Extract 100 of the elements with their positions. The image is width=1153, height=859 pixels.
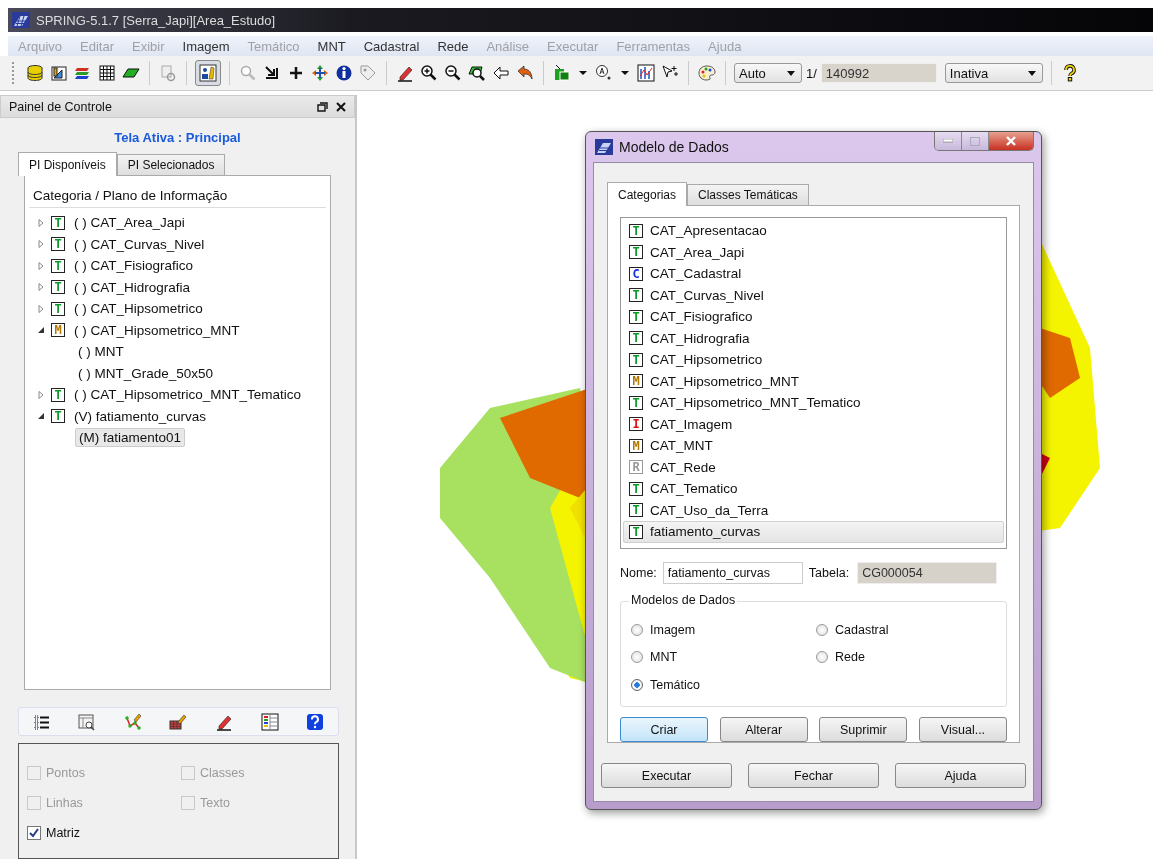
ruler-pencil-icon[interactable]	[49, 63, 69, 83]
expand-arrow-icon[interactable]	[37, 390, 45, 399]
action-button[interactable]: Visual...	[918, 717, 1007, 742]
expand-arrow-icon[interactable]	[37, 240, 45, 249]
maximize-button[interactable]	[962, 132, 989, 150]
person-map-icon[interactable]	[195, 60, 221, 86]
category-type-icon: T	[629, 245, 643, 260]
category-type-icon: T	[51, 237, 65, 252]
list-item[interactable]: T CAT_Curvas_Nivel	[623, 284, 1004, 306]
minimize-button[interactable]	[935, 132, 962, 150]
checkbox-label: Classes	[200, 766, 245, 780]
zoom-in-icon[interactable]	[419, 63, 439, 83]
category-name: CAT_Tematico	[650, 481, 738, 497]
radio-button[interactable]	[631, 623, 643, 636]
panel-title: Painel de Controle	[9, 99, 113, 114]
tree-item[interactable]: ( ) CAT_Hipsometrico_MNT	[71, 321, 243, 339]
list-item[interactable]: T fatiamento_curvas	[623, 521, 1004, 543]
chart-icon[interactable]	[636, 63, 656, 83]
category-type-icon: M	[51, 323, 65, 338]
tab[interactable]: Categorias	[607, 182, 688, 206]
menu-item[interactable]: Cadastral	[353, 38, 428, 54]
dialog-button[interactable]: Executar	[601, 763, 732, 788]
legend-icon[interactable]	[259, 711, 280, 732]
move-icon[interactable]	[310, 63, 330, 83]
tree-item[interactable]: ( ) CAT_Curvas_Nivel	[71, 235, 208, 253]
list-item[interactable]: C CAT_Cadastral	[623, 263, 1004, 285]
tree-item[interactable]: ( ) CAT_Fisiografico	[71, 257, 197, 275]
grid-icon[interactable]	[97, 63, 117, 83]
close-button[interactable]	[989, 132, 1033, 150]
tree-item[interactable]: (V) fatiamento_curvas	[71, 407, 210, 425]
scale-field[interactable]: 140992	[820, 63, 937, 83]
info-icon[interactable]	[334, 63, 354, 83]
checkbox-label: Pontos	[46, 766, 85, 780]
category-type-icon: T	[629, 395, 643, 410]
tab[interactable]: Classes Temáticas	[687, 184, 809, 205]
menu-item[interactable]: Imagem	[172, 38, 238, 54]
expand-arrow-icon[interactable]	[37, 283, 45, 292]
minimize-icon	[943, 139, 953, 143]
radio-button[interactable]	[816, 651, 828, 664]
collapse-arrow-icon[interactable]	[37, 326, 45, 335]
category-type-icon: T	[51, 258, 65, 273]
action-button[interactable]: Suprimir	[819, 717, 908, 742]
tree-item[interactable]: ( ) CAT_Hidrografia	[71, 278, 194, 296]
caret-icon[interactable]	[621, 71, 629, 75]
tree-item[interactable]: ( ) CAT_Hipsometrico	[71, 300, 206, 318]
list-item[interactable]: T CAT_Fisiografico	[623, 306, 1004, 328]
expand-arrow-icon[interactable]	[37, 304, 45, 313]
zoom-dropdown[interactable]: Auto	[734, 63, 802, 83]
category-type-icon: T	[51, 387, 65, 402]
list-item[interactable]: M CAT_Hipsometrico_MNT	[623, 370, 1004, 392]
category-name: CAT_Fisiografico	[650, 309, 753, 325]
category-type-icon: T	[51, 409, 65, 424]
tree-item[interactable]: ( ) MNT	[75, 343, 127, 361]
checkbox[interactable]	[27, 826, 41, 840]
expand-arrow-icon[interactable]	[37, 218, 45, 227]
list-item[interactable]: R CAT_Rede	[623, 456, 1004, 478]
list-item[interactable]: T CAT_Hidrografia	[623, 327, 1004, 349]
palette-icon[interactable]	[697, 63, 717, 83]
action-button[interactable]: Criar	[620, 717, 708, 742]
list-item[interactable]: T CAT_Apresentacao	[623, 220, 1004, 242]
collapse-arrow-icon[interactable]	[37, 412, 45, 421]
zoom-out-icon[interactable]	[443, 63, 463, 83]
help-icon[interactable]	[305, 711, 326, 732]
tab[interactable]: PI Selecionados	[116, 154, 226, 176]
tree-item[interactable]: ( ) CAT_Hipsometrico_MNT_Tematico	[71, 386, 305, 404]
radio-button[interactable]	[631, 678, 643, 691]
category-type-icon: T	[629, 309, 643, 324]
tree-item[interactable]: ( ) CAT_Area_Japi	[71, 214, 188, 232]
radio-button[interactable]	[816, 623, 828, 636]
menu-item[interactable]: MNT	[307, 38, 354, 54]
dialog-button[interactable]: Ajuda	[895, 763, 1026, 788]
dialog-button[interactable]: Fechar	[748, 763, 879, 788]
overlay-squares-icon[interactable]	[552, 63, 572, 83]
category-name: CAT_Hipsometrico_MNT	[650, 373, 800, 389]
close-icon[interactable]	[336, 101, 346, 112]
caret-icon[interactable]	[579, 71, 587, 75]
list-item[interactable]: T CAT_Hipsometrico	[623, 349, 1004, 371]
status-dropdown[interactable]: Inativa	[944, 63, 1043, 83]
list-item[interactable]: T CAT_Area_Japi	[623, 241, 1004, 263]
vector-edit-icon[interactable]	[122, 711, 143, 732]
list-item[interactable]: T CAT_Tematico	[623, 478, 1004, 500]
expand-arrow-icon[interactable]	[37, 261, 45, 270]
category-name: CAT_Curvas_Nivel	[650, 287, 764, 303]
category-name: CAT_Uso_da_Terra	[650, 502, 769, 518]
tree-item[interactable]: ( ) MNT_Grade_50x50	[75, 364, 217, 382]
action-button[interactable]: Alterar	[719, 717, 808, 742]
table-field[interactable]: CG000054	[857, 562, 998, 584]
list-item[interactable]: T CAT_Uso_da_Terra	[623, 499, 1004, 521]
database-icon[interactable]	[25, 63, 45, 83]
list-item[interactable]: M CAT_MNT	[623, 435, 1004, 457]
list-item[interactable]: T CAT_Hipsometrico_MNT_Tematico	[623, 392, 1004, 414]
checkbox-label: Texto	[200, 796, 230, 810]
name-field[interactable]: fatiamento_curvas	[662, 562, 803, 584]
menu-item[interactable]: Rede	[427, 38, 477, 54]
tree-item[interactable]: (M) fatiamento01	[75, 428, 186, 448]
zoom-area-icon[interactable]	[467, 63, 487, 83]
list-item[interactable]: I CAT_Imagem	[623, 413, 1004, 435]
tab[interactable]: PI Disponíveis	[18, 152, 117, 177]
radio-button[interactable]	[631, 651, 643, 664]
restore-icon[interactable]	[317, 101, 328, 112]
